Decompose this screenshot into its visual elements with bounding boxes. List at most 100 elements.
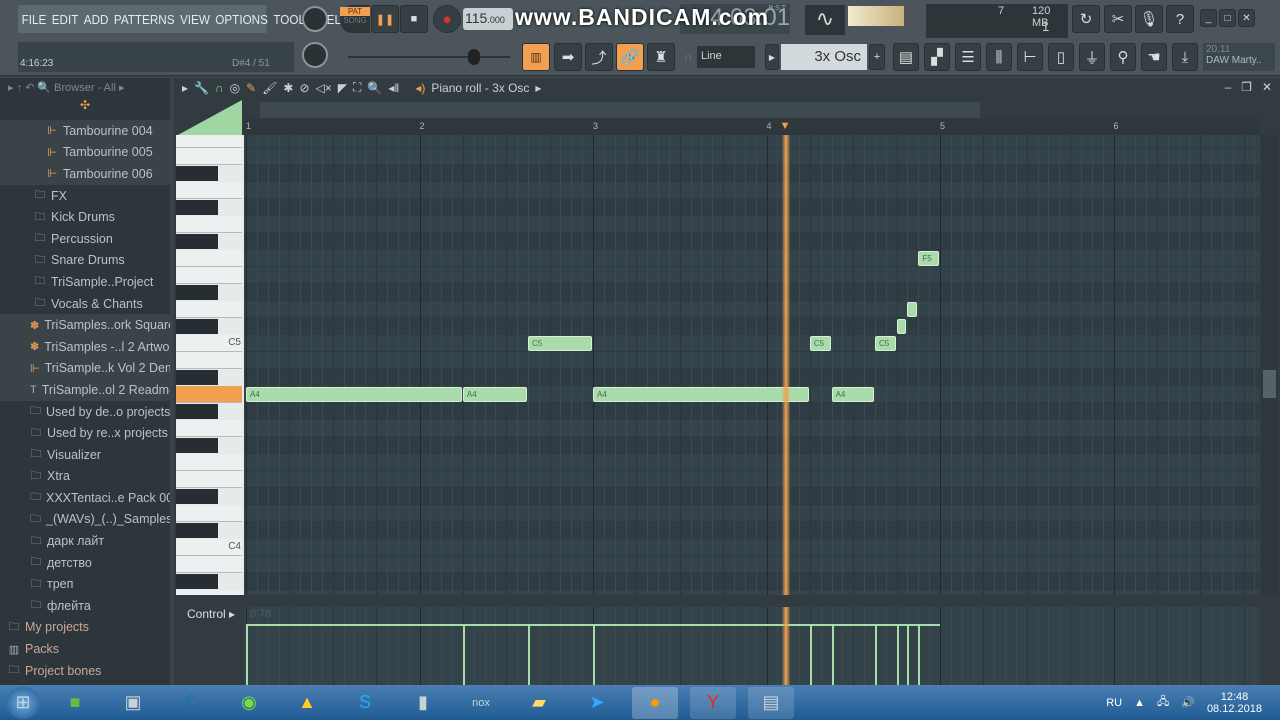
menu-add[interactable]: ADD (84, 12, 109, 27)
browser-tree-icon[interactable]: ⊢ (1017, 43, 1043, 71)
scrollbar-thumb[interactable] (1263, 370, 1276, 398)
performance-icon[interactable]: ⚲ (1110, 43, 1136, 71)
browser-item[interactable]: 🗀 Visualizer (0, 444, 170, 466)
maximize-button[interactable]: □ (1219, 9, 1236, 27)
browser-item[interactable]: 🗀 _(WAVs)_(..)_Samples (0, 509, 170, 531)
browser-item[interactable]: T TriSample..ol 2 Readme (0, 379, 170, 401)
master-pitch-knob[interactable] (302, 42, 328, 68)
horizontal-scrollbar[interactable] (260, 102, 980, 118)
add-channel-button[interactable]: + (869, 44, 885, 70)
browser-item[interactable]: 🗀 треп (0, 573, 170, 595)
note-C5[interactable]: C5 (527, 336, 592, 351)
browser-item[interactable]: 🗀 Percussion (0, 228, 170, 250)
explorer-icon[interactable]: ▰ (516, 687, 562, 719)
velocity-bar[interactable] (593, 624, 595, 685)
black-key[interactable] (176, 319, 218, 334)
mute-tool-icon[interactable]: ◁× (316, 81, 332, 95)
white-key[interactable] (176, 267, 242, 284)
browser-item[interactable]: ✽ TriSamples..ork Square (0, 314, 170, 336)
tempo-display[interactable]: 115.000 (463, 8, 513, 30)
browser-item[interactable]: ⊩ Tambourine 006 (0, 163, 170, 185)
song-mode[interactable]: SONG (340, 16, 370, 25)
pr-close-button[interactable]: ✕ (1262, 80, 1272, 94)
download-icon[interactable]: ⤓ (1172, 43, 1198, 71)
browser-item[interactable]: 🗀 Project bones (0, 660, 170, 682)
velocity-bar[interactable] (809, 624, 812, 685)
plugin-icon[interactable]: ⏚ (1079, 43, 1105, 71)
vertical-scrollbar[interactable] (1261, 135, 1278, 595)
network-icon[interactable]: 🖧 (1157, 693, 1169, 712)
playhead[interactable] (781, 135, 790, 595)
browser-item[interactable]: 🗀 My projects (0, 617, 170, 639)
paint-brush-icon[interactable]: 🖌 (262, 81, 277, 95)
channel-selector[interactable]: 3x Osc (781, 44, 867, 70)
playhead-marker[interactable]: ▼ (780, 120, 791, 132)
step-edit-icon[interactable]: ➡ (554, 43, 582, 71)
white-key[interactable] (176, 301, 242, 318)
black-key[interactable] (176, 489, 218, 504)
pencil-icon[interactable]: ✎ (246, 81, 256, 95)
white-key[interactable] (176, 250, 242, 267)
notepad-icon[interactable]: ▮ (400, 687, 446, 719)
white-key[interactable] (176, 182, 242, 199)
note-D5[interactable] (907, 302, 918, 317)
browser-item[interactable]: 🗀 флейта (0, 595, 170, 617)
wrench-icon[interactable]: 🔧 (194, 81, 209, 95)
white-key[interactable] (176, 420, 242, 437)
snap-select[interactable]: Line (697, 46, 755, 68)
news-panel[interactable]: 20.11 DAW Marty.. (1203, 43, 1275, 71)
note-A4[interactable]: A4 (831, 387, 874, 402)
browser-item[interactable]: 🗀 FX (0, 185, 170, 207)
velocity-bar[interactable] (907, 624, 910, 685)
ccleaner-icon[interactable]: C (168, 687, 214, 719)
black-key[interactable] (176, 438, 218, 453)
select-tool-icon[interactable]: ⛶ (353, 80, 361, 95)
white-key[interactable] (176, 386, 242, 403)
browser-header[interactable]: ▸ ↑ ↶ 🔍 Browser - All ▸ (0, 78, 170, 98)
note-C5[interactable]: C5 (874, 336, 896, 351)
note-F5[interactable]: F5 (918, 251, 939, 266)
playlist-icon[interactable]: ▤ (893, 43, 919, 71)
velocity-bar[interactable] (831, 624, 834, 685)
note-A4[interactable]: A4 (246, 387, 462, 402)
zoom-tool-icon[interactable]: 🔍 (367, 81, 382, 95)
white-key[interactable] (176, 471, 242, 488)
browser-item[interactable]: 🗀 Used by de..o projects (0, 401, 170, 423)
metronome-icon[interactable]: ♜ (647, 43, 675, 71)
black-key[interactable] (176, 370, 218, 385)
browser-item[interactable]: 🗀 Xtra (0, 466, 170, 488)
close-button[interactable]: ✕ (1238, 9, 1255, 27)
minimize-button[interactable]: _ (1200, 9, 1217, 27)
typing-keyboard-icon[interactable]: ▥ (522, 43, 550, 71)
project-info-icon[interactable]: ▯ (1048, 43, 1074, 71)
black-key[interactable] (176, 523, 218, 538)
yandex-browser-icon[interactable]: Y (690, 686, 736, 719)
slider-handle[interactable] (468, 49, 480, 65)
velocity-bar[interactable] (896, 624, 899, 685)
paint-icon[interactable]: ▤ (748, 686, 794, 719)
paint-add-icon[interactable]: ✱ (283, 81, 293, 95)
timeline-ruler[interactable]: 1 2 3 4 5 6 ▼ (244, 118, 1260, 135)
volume-icon[interactable]: 🔊 (1181, 696, 1195, 709)
minecraft-icon[interactable]: ■ (52, 687, 98, 719)
note-grid[interactable]: A4 A4 C5 A4 C5 A4 C5 F5 (244, 135, 1260, 595)
browser-item[interactable]: 🗀 Snare Drums (0, 250, 170, 272)
white-key[interactable] (176, 352, 242, 369)
browser-item[interactable]: 🗀 TriSample..Project (0, 271, 170, 293)
menu-edit[interactable]: EDIT (52, 12, 79, 27)
browser-item[interactable]: ⊩ Tambourine 004 (0, 120, 170, 142)
white-key[interactable] (176, 556, 242, 573)
browser-item[interactable]: 🗀 дарк лайт (0, 530, 170, 552)
playhead[interactable] (781, 607, 790, 685)
browser-item[interactable]: 🗀 Used by re..x projects (0, 422, 170, 444)
pause-button[interactable]: ❚❚ (371, 5, 399, 33)
white-key[interactable] (176, 135, 242, 148)
mixer-icon[interactable]: ⫼ (986, 43, 1012, 71)
browser-item[interactable]: ⊩ Tambourine 005 (0, 141, 170, 164)
stamp-icon[interactable]: ◎ (230, 81, 240, 95)
black-key[interactable] (176, 404, 218, 419)
white-key[interactable] (176, 454, 242, 471)
playback-tool-icon[interactable]: ◂‖ (388, 81, 399, 95)
slice-tool-icon[interactable]: ◤ (338, 81, 347, 95)
note-C5[interactable]: C5 (809, 336, 831, 351)
